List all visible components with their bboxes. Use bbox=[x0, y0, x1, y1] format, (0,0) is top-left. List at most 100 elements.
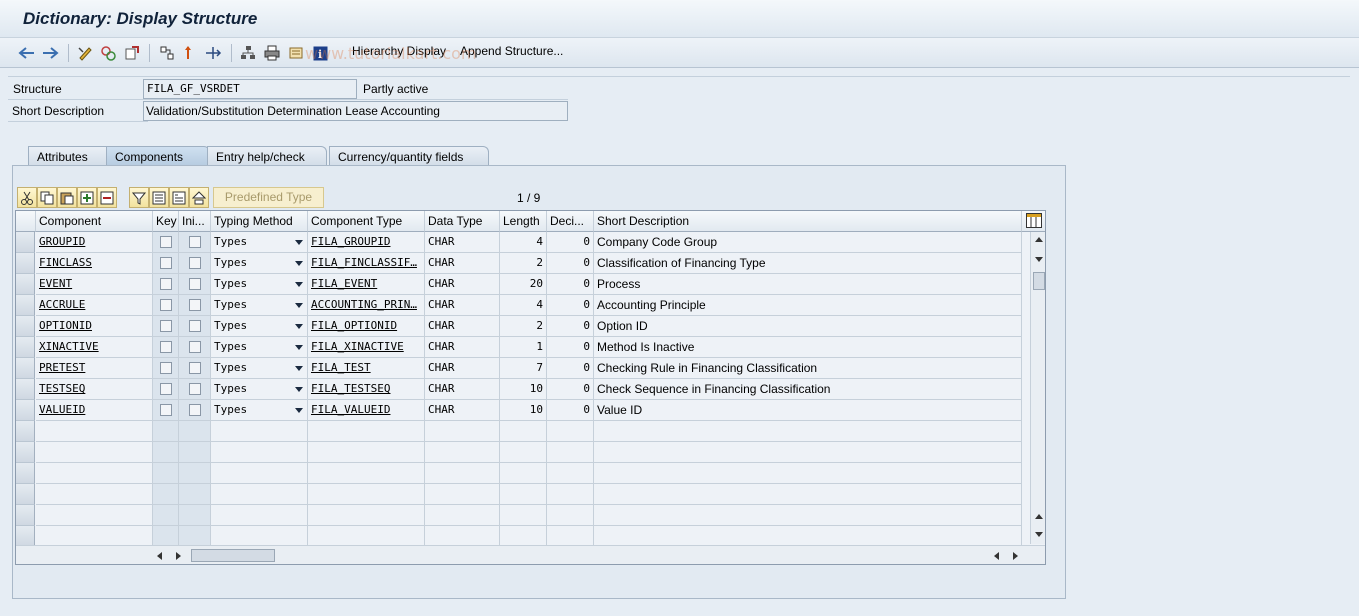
initial-values-cell[interactable] bbox=[179, 253, 211, 274]
display-change-icon[interactable] bbox=[75, 43, 95, 63]
component-type-cell-text[interactable]: FILA_TEST bbox=[311, 361, 371, 374]
initial-values-cell[interactable] bbox=[179, 400, 211, 421]
table-row[interactable]: TESTSEQ Types FILA_TESTSEQ CHAR 10 0 Check Seq… bbox=[16, 379, 1026, 400]
back-arrow-icon[interactable] bbox=[17, 43, 37, 63]
cut-icon[interactable] bbox=[17, 187, 37, 208]
key-cell[interactable] bbox=[153, 337, 179, 358]
dropdown-arrow-icon[interactable] bbox=[295, 387, 303, 392]
column-header-short-description[interactable]: Short Description bbox=[594, 211, 1022, 232]
row-selector[interactable] bbox=[16, 337, 35, 358]
initial-values-checkbox[interactable] bbox=[189, 236, 201, 248]
dropdown-arrow-icon[interactable] bbox=[295, 303, 303, 308]
initial-values-checkbox[interactable] bbox=[189, 257, 201, 269]
table-row[interactable]: EVENT Types FILA_EVENT CHAR 20 0 Process bbox=[16, 274, 1026, 295]
documentation-icon[interactable] bbox=[286, 43, 306, 63]
structure-name-field[interactable]: FILA_GF_VSRDET bbox=[143, 79, 357, 99]
data-type-cell[interactable]: CHAR bbox=[425, 253, 500, 274]
activate-icon[interactable] bbox=[122, 43, 142, 63]
empty-table-row[interactable] bbox=[16, 421, 1026, 442]
component-type-cell-text[interactable]: ACCOUNTING_PRIN… bbox=[311, 298, 417, 311]
component-cell-text[interactable]: OPTIONID bbox=[39, 319, 92, 332]
navigation-icon[interactable] bbox=[181, 43, 195, 63]
row-selector[interactable] bbox=[16, 463, 35, 484]
length-cell[interactable]: 7 bbox=[500, 358, 547, 379]
scroll-left-icon[interactable] bbox=[994, 552, 999, 560]
scroll-down-icon[interactable] bbox=[1035, 532, 1043, 537]
component-cell-text[interactable]: ACCRULE bbox=[39, 298, 85, 311]
typing-method-cell[interactable]: Types bbox=[211, 316, 308, 337]
details-icon[interactable] bbox=[169, 187, 189, 208]
key-checkbox[interactable] bbox=[160, 278, 172, 290]
data-type-cell[interactable]: CHAR bbox=[425, 400, 500, 421]
key-checkbox[interactable] bbox=[160, 341, 172, 353]
move-icon[interactable] bbox=[203, 43, 223, 63]
select-all-icon[interactable] bbox=[149, 187, 169, 208]
typing-method-cell[interactable]: Types bbox=[211, 232, 308, 253]
predefined-type-button[interactable]: Predefined Type bbox=[213, 187, 324, 208]
component-cell[interactable]: GROUPID bbox=[36, 232, 153, 253]
component-type-cell-text[interactable]: FILA_OPTIONID bbox=[311, 319, 397, 332]
scroll-up-icon[interactable] bbox=[1035, 514, 1043, 519]
key-checkbox[interactable] bbox=[160, 320, 172, 332]
length-cell[interactable]: 2 bbox=[500, 253, 547, 274]
info-icon[interactable]: i bbox=[311, 43, 329, 63]
component-type-cell-text[interactable]: FILA_VALUEID bbox=[311, 403, 390, 416]
typing-method-cell[interactable]: Types bbox=[211, 379, 308, 400]
data-type-cell[interactable]: CHAR bbox=[425, 274, 500, 295]
initial-values-cell[interactable] bbox=[179, 232, 211, 253]
component-cell[interactable]: VALUEID bbox=[36, 400, 153, 421]
dropdown-arrow-icon[interactable] bbox=[295, 324, 303, 329]
component-cell-text[interactable]: GROUPID bbox=[39, 235, 85, 248]
length-cell[interactable]: 10 bbox=[500, 379, 547, 400]
decimals-cell[interactable]: 0 bbox=[547, 400, 594, 421]
component-cell-text[interactable]: FINCLASS bbox=[39, 256, 92, 269]
initial-values-checkbox[interactable] bbox=[189, 383, 201, 395]
data-type-cell[interactable]: CHAR bbox=[425, 337, 500, 358]
decimals-cell[interactable]: 0 bbox=[547, 337, 594, 358]
component-type-cell[interactable]: FILA_EVENT bbox=[308, 274, 425, 295]
key-checkbox[interactable] bbox=[160, 236, 172, 248]
empty-table-row[interactable] bbox=[16, 463, 1026, 484]
tree-icon[interactable] bbox=[238, 43, 258, 63]
row-selector[interactable] bbox=[16, 274, 35, 295]
data-type-cell[interactable]: CHAR bbox=[425, 232, 500, 253]
table-row[interactable]: GROUPID Types FILA_GROUPID CHAR 4 0 Company Co… bbox=[16, 232, 1026, 253]
key-cell[interactable] bbox=[153, 379, 179, 400]
component-type-cell[interactable]: FILA_OPTIONID bbox=[308, 316, 425, 337]
row-selector[interactable] bbox=[16, 421, 35, 442]
dropdown-arrow-icon[interactable] bbox=[295, 366, 303, 371]
column-header-length[interactable]: Length bbox=[500, 211, 547, 232]
typing-method-cell[interactable]: Types bbox=[211, 274, 308, 295]
forward-arrow-icon[interactable] bbox=[40, 43, 60, 63]
column-header-initial[interactable]: Ini... bbox=[179, 211, 211, 232]
component-type-cell[interactable]: FILA_TEST bbox=[308, 358, 425, 379]
typing-method-cell[interactable]: Types bbox=[211, 400, 308, 421]
short-description-cell[interactable]: Option ID bbox=[594, 316, 1022, 337]
length-cell[interactable]: 20 bbox=[500, 274, 547, 295]
delete-row-icon[interactable] bbox=[97, 187, 117, 208]
component-cell[interactable]: EVENT bbox=[36, 274, 153, 295]
component-type-cell[interactable]: FILA_TESTSEQ bbox=[308, 379, 425, 400]
component-cell-text[interactable]: VALUEID bbox=[39, 403, 85, 416]
component-cell-text[interactable]: XINACTIVE bbox=[39, 340, 99, 353]
component-type-cell[interactable]: ACCOUNTING_PRIN… bbox=[308, 295, 425, 316]
data-type-cell[interactable]: CHAR bbox=[425, 358, 500, 379]
component-type-cell[interactable]: FILA_VALUEID bbox=[308, 400, 425, 421]
dropdown-arrow-icon[interactable] bbox=[295, 282, 303, 287]
table-row[interactable]: FINCLASS Types FILA_FINCLASSIF… CHAR 2 0 Class… bbox=[16, 253, 1026, 274]
component-type-cell-text[interactable]: FILA_FINCLASSIF… bbox=[311, 256, 417, 269]
print-icon[interactable] bbox=[262, 43, 282, 63]
scroll-up-icon[interactable] bbox=[1035, 237, 1043, 242]
paste-icon[interactable] bbox=[57, 187, 77, 208]
select-all-corner[interactable] bbox=[16, 211, 36, 232]
component-cell-text[interactable]: PRETEST bbox=[39, 361, 85, 374]
tab-attributes[interactable]: Attributes bbox=[28, 146, 118, 166]
copy-icon[interactable] bbox=[37, 187, 57, 208]
component-type-cell-text[interactable]: FILA_EVENT bbox=[311, 277, 377, 290]
data-type-cell[interactable]: CHAR bbox=[425, 295, 500, 316]
data-type-cell[interactable]: CHAR bbox=[425, 316, 500, 337]
decimals-cell[interactable]: 0 bbox=[547, 379, 594, 400]
initial-values-cell[interactable] bbox=[179, 316, 211, 337]
short-description-cell[interactable]: Check Sequence in Financing Classificati… bbox=[594, 379, 1022, 400]
component-type-cell-text[interactable]: FILA_GROUPID bbox=[311, 235, 390, 248]
